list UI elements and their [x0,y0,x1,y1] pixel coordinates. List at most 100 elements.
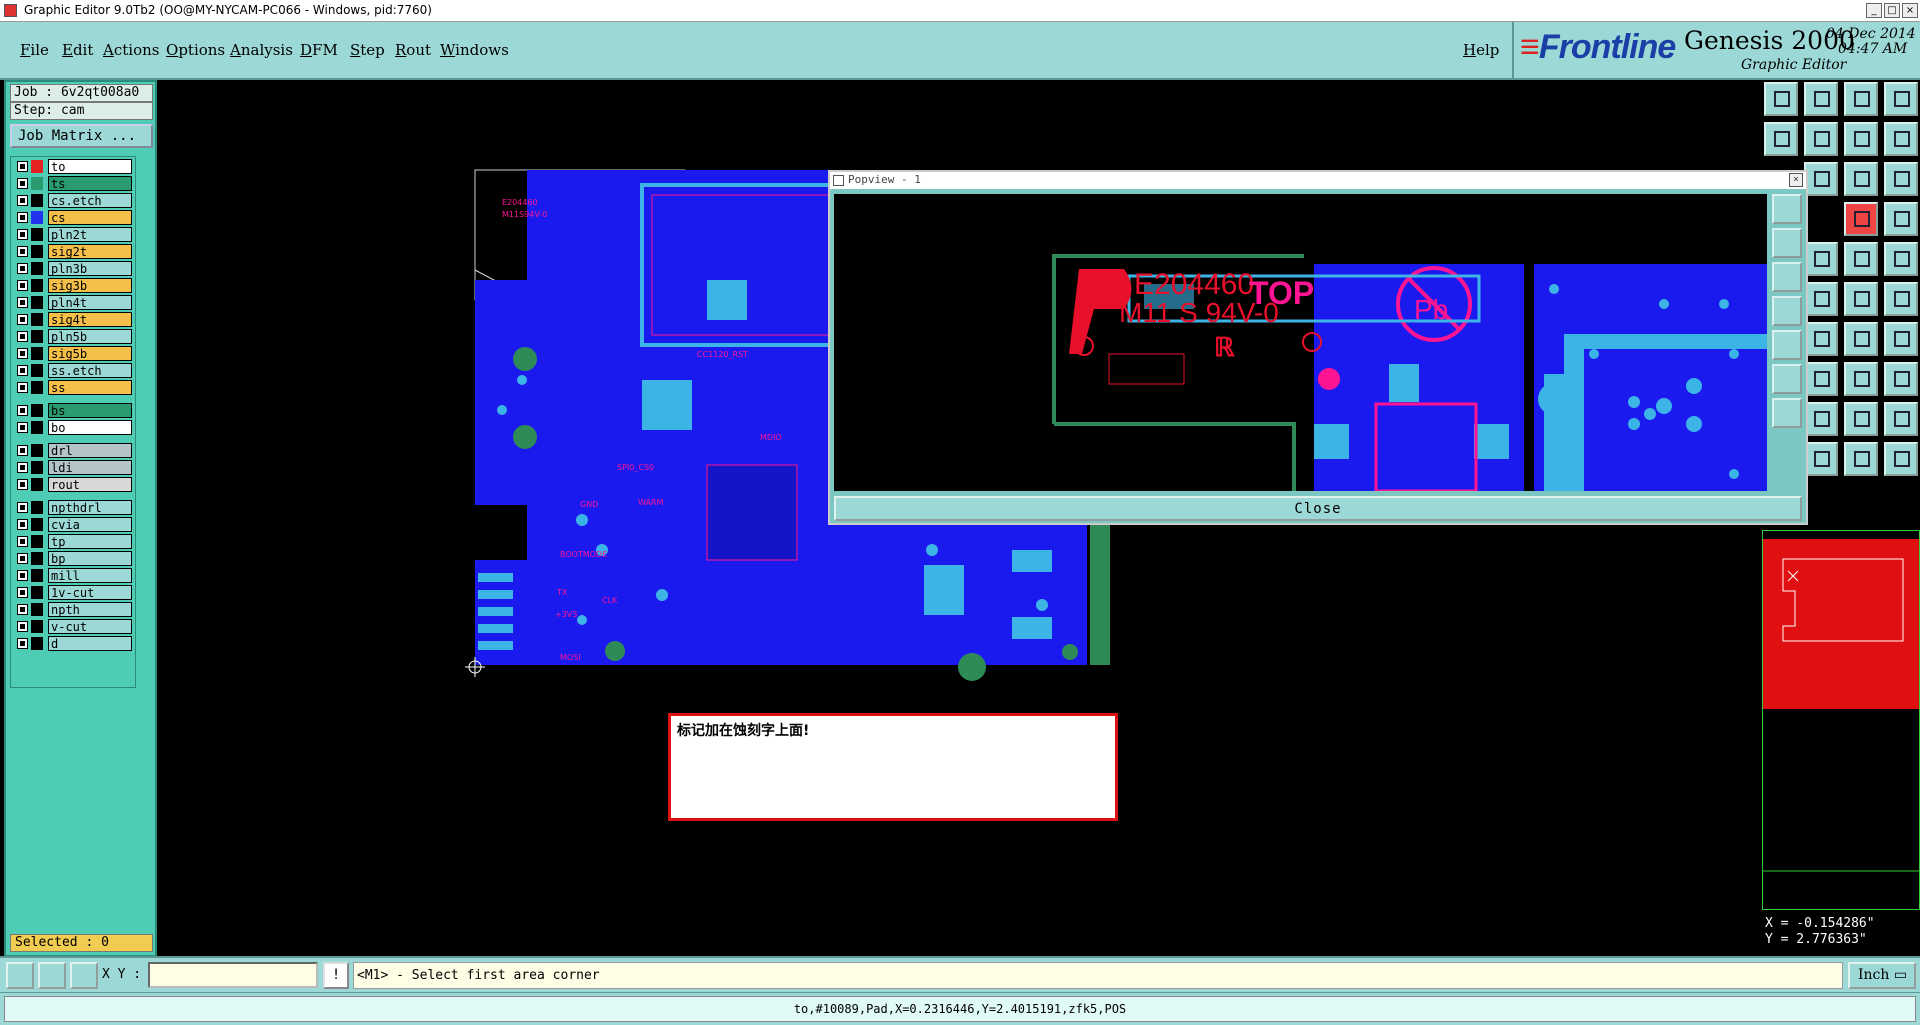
layer-name[interactable]: npth [48,602,132,617]
layer-row-pln3b[interactable]: pln3b [13,261,133,276]
popview-right-icon[interactable] [1772,330,1802,360]
layer-name[interactable]: sig3b [48,278,132,293]
layer-color-swatch[interactable] [31,637,43,650]
layer-row-bo[interactable]: bo [13,420,133,435]
menu-edit[interactable]: Edit [62,41,93,59]
layer-checkbox[interactable] [17,604,28,615]
xy-input[interactable] [148,962,318,988]
layer-name[interactable]: pln2t [48,227,132,242]
layer-row-v-cut[interactable]: v-cut [13,619,133,634]
layer-color-swatch[interactable] [31,552,43,565]
layer-checkbox[interactable] [17,178,28,189]
tool-line-icon[interactable] [1804,242,1838,276]
layer-checkbox[interactable] [17,246,28,257]
popview-zoom-icon[interactable] [1772,194,1802,224]
tool-select3-icon[interactable] [1884,442,1918,476]
layer-checkbox[interactable] [17,570,28,581]
snap-off-icon[interactable] [6,962,34,989]
tool-ruler-icon[interactable] [1844,242,1878,276]
layer-name[interactable]: d [48,636,132,651]
overview-map[interactable] [1762,530,1920,910]
menu-help[interactable]: Help [1463,41,1499,59]
layer-name[interactable]: cs.etch [48,193,132,208]
layer-checkbox[interactable] [17,536,28,547]
layer-name[interactable]: bo [48,420,132,435]
layer-name[interactable]: sig5b [48,346,132,361]
layer-name[interactable]: npthdrl [48,500,132,515]
layer-checkbox[interactable] [17,462,28,473]
tool-copy-icon[interactable] [1884,362,1918,396]
menu-dfm[interactable]: DFM [300,41,338,59]
tool-arc-icon[interactable] [1844,322,1878,356]
layer-color-swatch[interactable] [31,381,43,394]
layer-checkbox[interactable] [17,445,28,456]
layer-row-ts[interactable]: ts [13,176,133,191]
tool-connect2-icon[interactable] [1884,282,1918,316]
layer-checkbox[interactable] [17,280,28,291]
layer-color-swatch[interactable] [31,347,43,360]
layer-name[interactable]: sig2t [48,244,132,259]
layer-row-sig5b[interactable]: sig5b [13,346,133,361]
layer-name[interactable]: bp [48,551,132,566]
layer-color-swatch[interactable] [31,501,43,514]
menu-options[interactable]: Options [166,41,225,59]
menu-file[interactable]: File [20,41,49,59]
layer-checkbox[interactable] [17,212,28,223]
layer-color-swatch[interactable] [31,586,43,599]
layer-color-swatch[interactable] [31,603,43,616]
tool-right-icon[interactable] [1804,122,1838,156]
tool-redo-icon[interactable] [1884,122,1918,156]
tool-text-icon[interactable] [1884,322,1918,356]
layer-checkbox[interactable] [17,365,28,376]
layer-color-swatch[interactable] [31,404,43,417]
tool-open-icon[interactable] [1764,82,1798,116]
tool-connect-icon[interactable] [1844,282,1878,316]
menu-actions[interactable]: Actions [103,41,159,59]
layer-checkbox[interactable] [17,621,28,632]
layer-row-pln4t[interactable]: pln4t [13,295,133,310]
layer-color-swatch[interactable] [31,461,43,474]
tool-draw-icon[interactable] [1804,322,1838,356]
alert-button[interactable]: ! [323,962,349,989]
layer-checkbox[interactable] [17,382,28,393]
tool-align-icon[interactable] [1844,362,1878,396]
maximize-button[interactable]: □ [1884,3,1900,18]
tool-scale-icon[interactable] [1844,162,1878,196]
tool-net-icon[interactable] [1884,202,1918,236]
layer-color-swatch[interactable] [31,194,43,207]
popview-canvas[interactable]: E204460 M11 S 94V-0 TOP Pb ℝ [834,194,1767,493]
layer-color-swatch[interactable] [31,569,43,582]
layer-row-cs.etch[interactable]: cs.etch [13,193,133,208]
tool-grid-icon[interactable] [1884,82,1918,116]
layer-name[interactable]: pln5b [48,329,132,344]
tool-pan-icon[interactable] [1804,162,1838,196]
layer-name[interactable]: bs [48,403,132,418]
layer-checkbox[interactable] [17,587,28,598]
popview-close-button[interactable]: Close [834,496,1802,521]
tool-save-icon[interactable] [1804,82,1838,116]
layer-name[interactable]: cs [48,210,132,225]
layer-row-ldi[interactable]: ldi [13,460,133,475]
layer-checkbox[interactable] [17,331,28,342]
layer-checkbox[interactable] [17,519,28,530]
layer-name[interactable]: ldi [48,460,132,475]
popview-left-icon[interactable] [1772,296,1802,326]
job-matrix-button[interactable]: Job Matrix ... [10,124,153,148]
menu-step[interactable]: Step [350,41,385,59]
tool-left-icon[interactable] [1764,122,1798,156]
layer-row-cs[interactable]: cs [13,210,133,225]
menu-analysis[interactable]: Analysis [230,41,293,59]
layer-name[interactable]: 1v-cut [48,585,132,600]
tool-home-icon[interactable] [1844,82,1878,116]
layer-checkbox[interactable] [17,314,28,325]
layer-color-swatch[interactable] [31,245,43,258]
layer-color-swatch[interactable] [31,330,43,343]
tool-measure-icon[interactable] [1844,202,1878,236]
layer-color-swatch[interactable] [31,160,43,173]
layer-color-swatch[interactable] [31,518,43,531]
layer-row-npthdrl[interactable]: npthdrl [13,500,133,515]
layer-name[interactable]: ss.etch [48,363,132,378]
layer-row-bp[interactable]: bp [13,551,133,566]
layer-row-tp[interactable]: tp [13,534,133,549]
layer-checkbox[interactable] [17,263,28,274]
